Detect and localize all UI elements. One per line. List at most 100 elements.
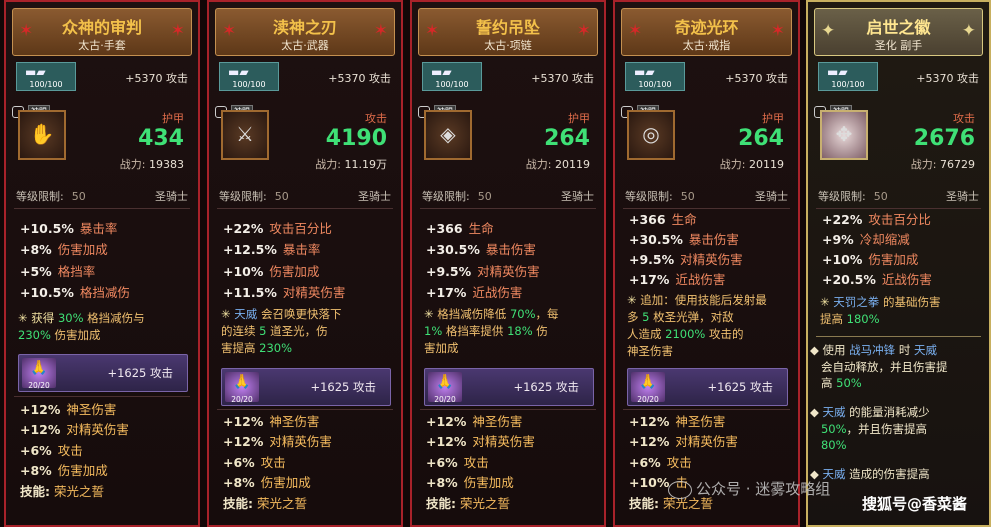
bonus-row: +12% 对精英伤害 [20,422,129,438]
item-card-weapon[interactable]: ✶ ✶ 渎神之刃 太古·武器 ▬▰100/100 +5370 攻击 神赐 ⚔ 攻… [207,0,403,527]
power-rating: 战力: 11.19万 [315,158,387,171]
legendary-affix: ✳ 格挡减伤降低 70%，每 1% 格挡率提供 18% 伤 害加成 [424,307,559,355]
affix-row: +30.5% 暴击伤害 [629,232,739,247]
affix-row: +5% 格挡率 [20,263,96,279]
main-stat-label: 护甲 [162,112,184,125]
socket-bar[interactable]: 🙏 20/20 +1625 攻击 [627,368,788,406]
item-type: 太古·戒指 [682,39,731,52]
class-label: 圣骑士 [358,190,391,203]
sohu-watermark: 搜狐号@香菜酱 [861,495,967,513]
divider [816,336,981,337]
skill-row: 技能: 荣光之誓 [223,495,308,511]
affix-list: +366 生命 +30.5% 暴击伤害 +9.5% 对精英伤害 +17% 近战伤害 [426,218,596,303]
item-header: ✶ ✶ 誓约吊坠 太古·项链 [418,8,598,56]
legendary-affix: ✳ 天罚之拳 的基础伤害 提高 180% [820,295,941,326]
affix-row: +9.5% 对精英伤害 [629,252,743,267]
item-card-ring[interactable]: ✶ ✶ 奇迹光环 太古·戒指 ▬▰100/100 +5370 攻击 神赐 ◎ 护… [613,0,800,527]
affix-row: +10.5% 格挡减伤 [20,284,130,300]
set-bonus-2: ◆ 天威 的能量消耗减少 50%，并且伤害提高 80% [810,405,930,452]
level-requirement: 等级限制: 50 圣骑士 [422,190,594,203]
affix-row: +12.5% 暴击率 [223,242,321,258]
main-stat-value: 4190 [325,126,387,151]
skill-row: 技能: 荣光之誓 [426,495,511,511]
affix-list: +366 生命 +30.5% 暴击伤害 +9.5% 对精英伤害 +17% 近战伤害 [629,210,790,290]
durability-badge: ▬▰ 100/100 [422,62,482,91]
divider [623,409,790,410]
main-stat-value: 264 [544,126,590,151]
main-stat-label: 攻击 [953,112,975,125]
class-label: 圣骑士 [155,190,188,203]
affix-row: +10.5% 暴击率 [20,221,118,236]
bonus-row: +12% 对精英伤害 [629,434,738,450]
top-attack-stat: +5370 攻击 [328,72,391,85]
main-stat-label: 攻击 [365,112,387,125]
top-attack-stat: +5370 攻击 [725,72,788,85]
affix-row: +366 生命 [629,212,697,227]
divider [623,208,790,209]
bonus-row: +12% 对精英伤害 [223,434,332,450]
bonus-row: +12% 神圣伤害 [426,414,523,429]
main-stat-label: 护甲 [762,112,784,125]
socket-bar[interactable]: 🙏 20/20 +1625 攻击 [424,368,594,406]
level-requirement: 等级限制: 50 圣骑士 [818,190,979,203]
item-type: 太古·武器 [281,39,329,52]
class-label: 圣骑士 [755,190,788,203]
item-type: 圣化 副手 [874,39,923,52]
divider [217,409,393,410]
item-header: ✶ ✶ 奇迹光环 太古·戒指 [621,8,792,56]
bonus-row: +12% 神圣伤害 [223,414,320,429]
anvil-icon: ▬▰ [25,65,46,79]
bonus-list: +12% 神圣伤害 +12% 对精英伤害 +6% 攻击 +8% 伤害加成 技能: 荣光之誓 [20,400,190,502]
item-header: ✶ ✶ 众神的审判 太古·手套 [12,8,192,56]
bonus-row: +6% 攻击 [223,454,286,470]
bonus-row: +8% 伤害加成 [20,463,108,479]
item-type: 太古·手套 [78,39,126,52]
divider [217,208,393,209]
item-name: 誓约吊坠 [475,18,540,37]
affix-row: +366 生命 [426,221,494,236]
affix-row: +11.5% 对精英伤害 [223,284,346,300]
set-bonus-1: ◆ 使用 战马冲锋 时 天威 会自动释放，并且伤害提 高 50% [810,343,948,390]
level-requirement: 等级限制: 50 圣骑士 [16,190,188,203]
divider [14,208,190,209]
power-rating: 战力: 20119 [525,158,590,171]
main-stat-value: 264 [738,126,784,151]
item-card-offhand[interactable]: ✦ ✦ 启世之徽 圣化 副手 ▬▰100/100 +5370 攻击 神赐 ✥ 攻… [806,0,991,527]
top-attack-stat: +5370 攻击 [125,72,188,85]
affix-row: +17% 近战伤害 [629,272,726,287]
pendant-icon: ◈ [424,110,472,160]
power-rating: 战力: 20119 [719,158,784,171]
bonus-list: +12% 神圣伤害 +12% 对精英伤害 +6% 攻击 +8% 伤害加成 技能: 荣光之誓 [223,412,393,514]
socket-bar[interactable]: 🙏 20/20 +1625 攻击 [221,368,391,406]
sword-icon: ⚔ [221,110,269,160]
affix-row: +17% 近战伤害 [426,284,523,300]
bonus-list: +12% 神圣伤害 +12% 对精英伤害 +6% 攻击 +8% 伤害加成 技能: 荣光之誓 [426,412,596,514]
anvil-icon: ▬▰ [634,65,655,79]
item-header: ✶ ✶ 渎神之刃 太古·武器 [215,8,395,56]
bonus-row: +12% 神圣伤害 [20,402,117,417]
durability-badge: ▬▰ 100/100 [219,62,279,91]
main-stat-label: 护甲 [568,112,590,125]
level-requirement: 等级限制: 50 圣骑士 [219,190,391,203]
wechat-watermark: 公众号 · 迷雾攻略组 [668,478,830,499]
affix-row: +9.5% 对精英伤害 [426,263,540,279]
legendary-affix: ✳ 获得 30% 格挡减伤与 230% 伤害加成 [18,311,145,342]
affix-list: +10.5% 暴击率 +8% 伤害加成 +5% 格挡率 +10.5% 格挡减伤 [20,218,190,303]
legendary-affix: ✳ 追加：使用技能后发射最 多 5 枚圣光弹，对敌 人造成 2100% 攻击的 … [627,293,767,358]
affix-row: +10% 伤害加成 [223,263,320,279]
item-card-necklace[interactable]: ✶ ✶ 誓约吊坠 太古·项链 ▬▰100/100 +5370 攻击 神赐 ◈ 护… [410,0,606,527]
main-stat-value: 434 [138,126,184,151]
item-name: 众神的审判 [61,18,142,37]
affix-row: +22% 攻击百分比 [822,212,931,227]
anvil-icon: ▬▰ [827,65,848,79]
divider [420,409,596,410]
ring-icon: ◎ [627,110,675,160]
socket-bar[interactable]: 🙏 20/20 +1625 攻击 [18,354,188,392]
item-card-gloves[interactable]: ✶ ✶ 众神的审判 太古·手套 ▬▰100/100 +5370 攻击 神赐 ✋ … [4,0,200,527]
anvil-icon: ▬▰ [431,65,452,79]
divider [14,396,190,397]
main-stat-value: 2676 [913,126,975,151]
wechat-icon [668,480,692,499]
item-type: 太古·项链 [484,39,532,52]
skill-row: 技能: 荣光之誓 [20,483,105,499]
